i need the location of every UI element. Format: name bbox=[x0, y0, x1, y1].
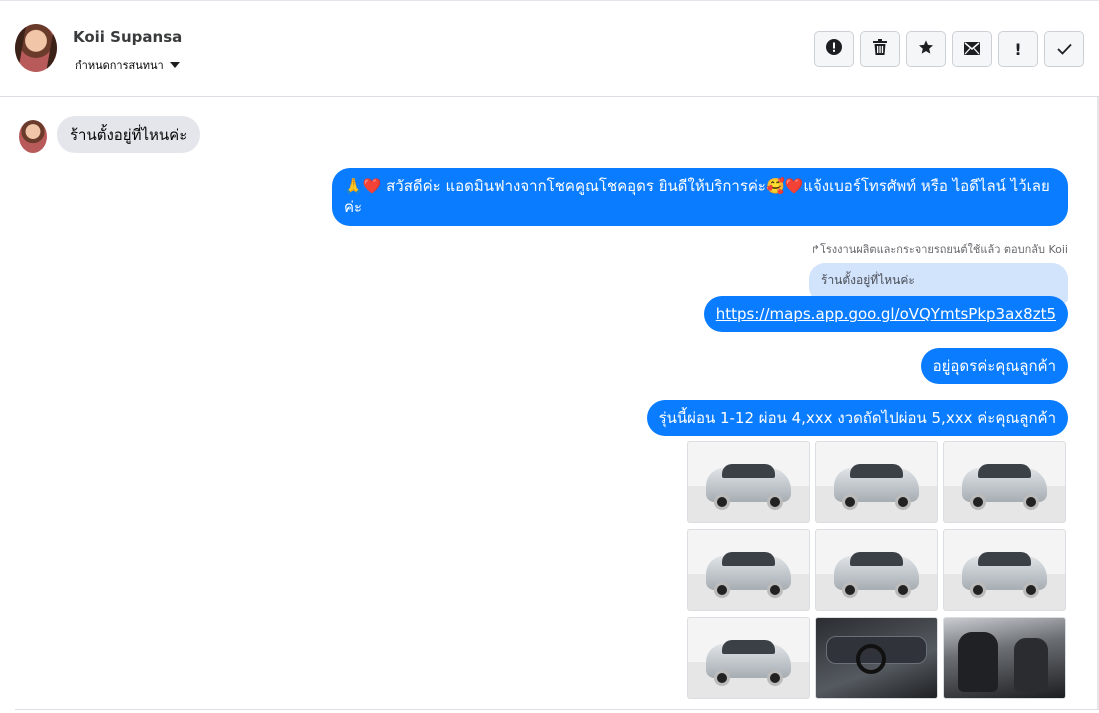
car-photo[interactable] bbox=[687, 617, 810, 699]
mark-done-button[interactable] bbox=[1044, 31, 1084, 67]
outgoing-message[interactable]: อยู่อุดรค่ะคุณลูกค้า bbox=[920, 348, 1068, 384]
car-seat-photo[interactable] bbox=[943, 617, 1066, 699]
car-photo[interactable] bbox=[815, 441, 938, 523]
delete-button[interactable] bbox=[860, 31, 900, 67]
star-icon bbox=[918, 39, 934, 59]
check-icon bbox=[1056, 40, 1072, 59]
follow-up-button[interactable]: ! bbox=[998, 31, 1038, 67]
header-actions: ! bbox=[814, 31, 1084, 67]
outgoing-message[interactable]: 🙏❤️ สวัสดีค่ะ แอดมินฟางจากโชคคูณโชคอุดร … bbox=[332, 168, 1068, 226]
mark-spam-button[interactable] bbox=[814, 31, 854, 67]
composer-divider bbox=[15, 709, 1099, 710]
car-photo[interactable] bbox=[687, 529, 810, 611]
photo-gallery bbox=[687, 441, 1068, 699]
message-thread: ร้านตั้งอยู่ที่ไหนค่ะ 🙏❤️ สวัสดีค่ะ แอดม… bbox=[0, 97, 1099, 713]
map-link[interactable]: https://maps.app.goo.gl/oVQYmtsPkp3ax8zt… bbox=[716, 305, 1056, 323]
outgoing-message[interactable]: รุ่นนี้ผ่อน 1-12 ผ่อน 4,xxx งวดถัดไปผ่อน… bbox=[646, 400, 1068, 436]
conversation-settings-label: กำหนดการสนทนา bbox=[75, 59, 164, 72]
contact-name[interactable]: Koii Supansa bbox=[73, 28, 182, 46]
reply-context-label: ↱โรงงานผลิตและกระจายรถยนต์ใช้แล้ว ตอบกลั… bbox=[810, 243, 1068, 256]
mark-unread-button[interactable] bbox=[952, 31, 992, 67]
caret-down-icon bbox=[169, 62, 180, 68]
car-photo[interactable] bbox=[943, 529, 1066, 611]
star-button[interactable] bbox=[906, 31, 946, 67]
sender-avatar bbox=[19, 120, 47, 153]
contact-avatar[interactable] bbox=[15, 24, 57, 72]
alert-circle-icon bbox=[826, 39, 842, 59]
trash-icon bbox=[873, 39, 887, 59]
conversation-settings-dropdown[interactable]: กำหนดการสนทนา bbox=[75, 56, 180, 74]
outgoing-link-message[interactable]: https://maps.app.goo.gl/oVQYmtsPkp3ax8zt… bbox=[703, 296, 1068, 332]
car-photo[interactable] bbox=[943, 441, 1066, 523]
car-photo[interactable] bbox=[687, 441, 810, 523]
car-photo[interactable] bbox=[815, 529, 938, 611]
car-interior-photo[interactable] bbox=[815, 617, 938, 699]
conversation-header: Koii Supansa กำหนดการสนทนา ! bbox=[0, 1, 1099, 97]
exclamation-icon: ! bbox=[1014, 39, 1022, 59]
incoming-message[interactable]: ร้านตั้งอยู่ที่ไหนค่ะ bbox=[57, 116, 201, 153]
envelope-icon bbox=[964, 40, 980, 59]
